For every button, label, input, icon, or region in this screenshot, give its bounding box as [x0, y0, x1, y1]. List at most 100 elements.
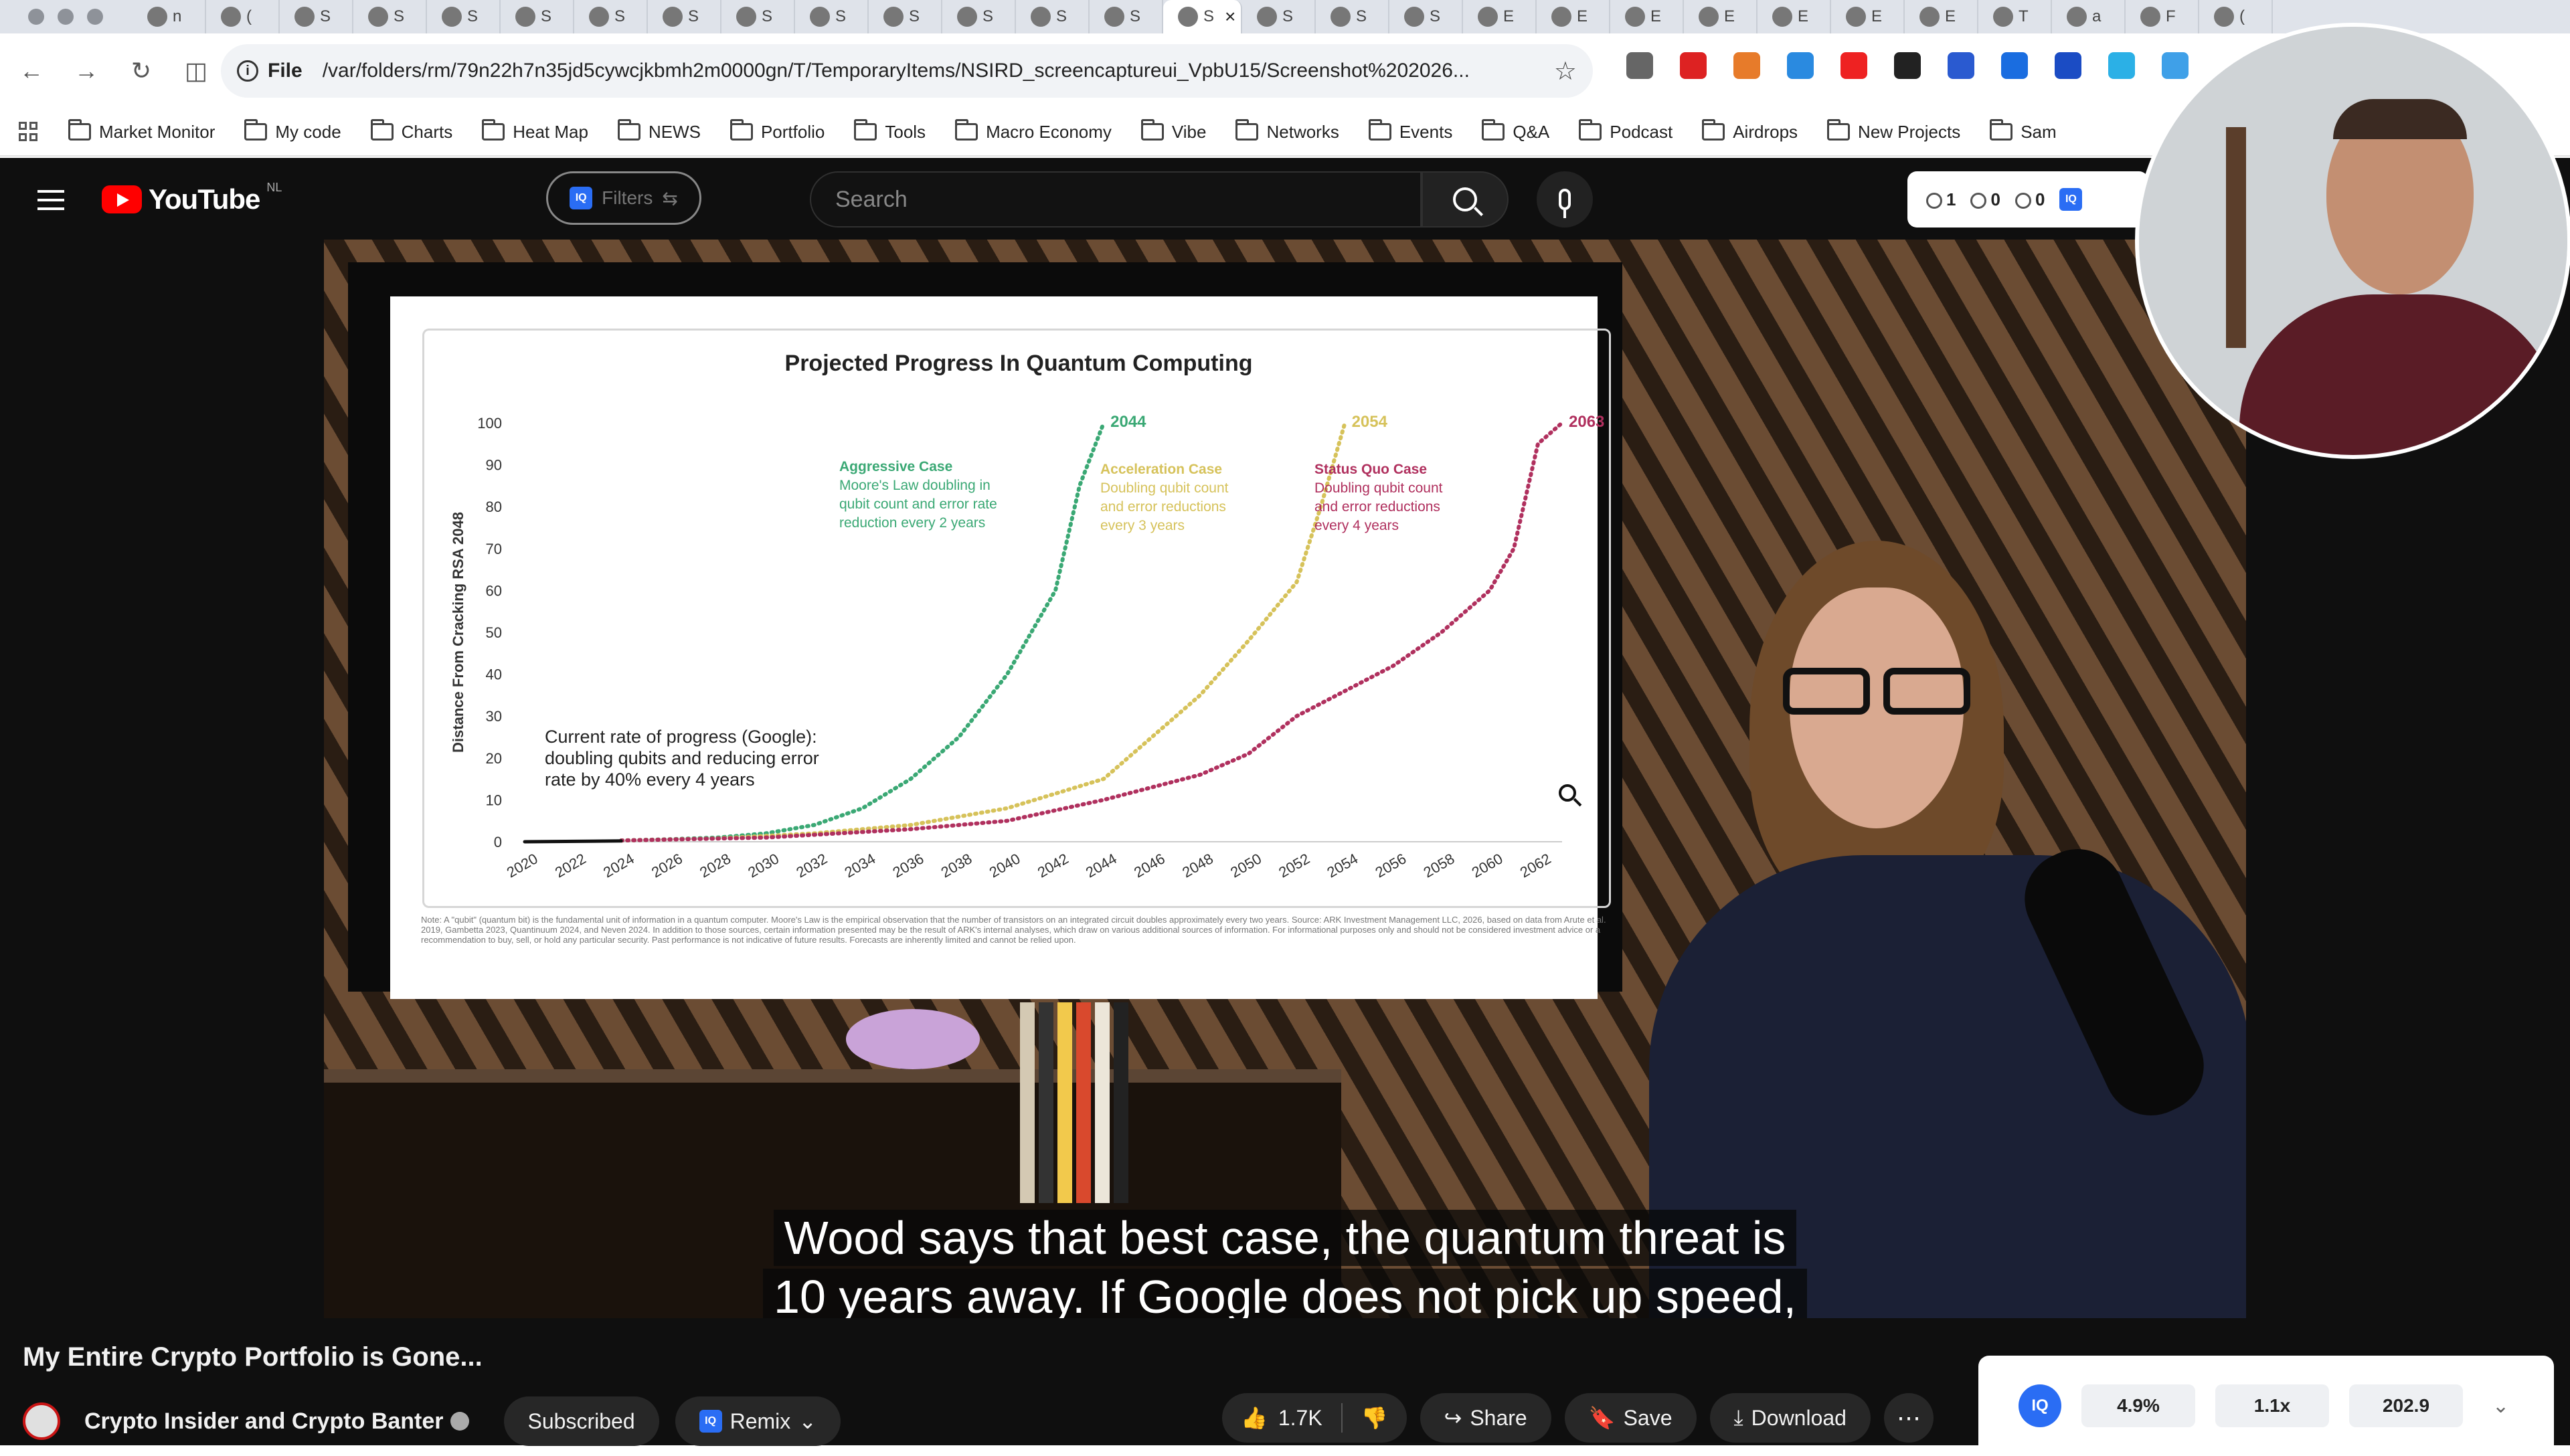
bookmark-folder[interactable]: Macro Economy — [955, 119, 1112, 143]
remix-label: Remix — [730, 1408, 791, 1433]
reload-button[interactable]: ↻ — [118, 48, 165, 94]
browser-tab[interactable]: S — [942, 0, 1016, 33]
browser-tab[interactable]: E — [1463, 0, 1537, 33]
iq-panel-icon[interactable]: IQ — [2019, 1384, 2061, 1427]
quantum-progress-chart: Projected Progress In Quantum Computing D… — [450, 351, 1604, 881]
pen-extension-icon[interactable] — [1626, 52, 1653, 79]
bookmark-folder[interactable]: Market Monitor — [68, 119, 215, 143]
browser-tab[interactable]: E — [1684, 0, 1758, 33]
browser-tab[interactable]: E — [1758, 0, 1831, 33]
extension-stats-pill[interactable]: 1 0 0 IQ — [1907, 171, 2148, 227]
video-player[interactable]: Projected Progress In Quantum Computing D… — [324, 240, 2246, 1318]
bookmark-folder[interactable]: Q&A — [1482, 119, 1549, 143]
browser-tab[interactable]: S — [869, 0, 942, 33]
maximize-window-button[interactable] — [87, 9, 103, 25]
c-extension-icon[interactable] — [2108, 52, 2135, 79]
bookmark-folder[interactable]: Sam — [1990, 119, 2057, 143]
x-tick-label: 2022 — [552, 850, 589, 881]
layers-extension-icon[interactable] — [1948, 52, 1974, 79]
series-legend-description: Doubling qubit count — [1100, 480, 1229, 496]
minimize-window-button[interactable] — [58, 9, 74, 25]
series-legend-name: Aggressive Case — [839, 459, 952, 474]
bookmark-folder[interactable]: Tools — [854, 119, 926, 143]
browser-tab[interactable]: S — [1389, 0, 1463, 33]
browser-tab[interactable]: S × — [1163, 0, 1242, 33]
folder-icon — [1990, 119, 2013, 141]
search-input[interactable]: Search — [810, 171, 1422, 227]
browser-tab[interactable]: S — [353, 0, 427, 33]
bookmark-folder[interactable]: Podcast — [1579, 119, 1673, 143]
bookmark-folder[interactable]: Heat Map — [482, 119, 588, 143]
bookmark-folder[interactable]: Events — [1368, 119, 1452, 143]
chevron-down-icon[interactable]: ⌄ — [798, 1408, 817, 1434]
y-tick-label: 90 — [486, 457, 502, 474]
browser-tab[interactable]: T — [1978, 0, 2052, 33]
browser-tab[interactable]: S — [1016, 0, 1090, 33]
window-controls — [28, 9, 103, 25]
youtube-logo[interactable]: YouTube NL — [102, 181, 282, 215]
bookmark-folder[interactable]: New Projects — [1827, 119, 1960, 143]
browser-tab[interactable]: a — [2052, 0, 2126, 33]
dislike-button[interactable]: 👎 — [1343, 1393, 1407, 1443]
browser-tab[interactable]: E — [1610, 0, 1684, 33]
sliders-icon: ⇆ — [662, 187, 678, 209]
bookmark-folder[interactable]: Charts — [370, 119, 452, 143]
tab-favicon-icon — [1331, 7, 1351, 27]
bookmark-folder[interactable]: NEWS — [617, 119, 701, 143]
browser-tab[interactable]: S — [1242, 0, 1316, 33]
like-button[interactable]: 👍 1.7K — [1222, 1393, 1341, 1443]
menu-icon[interactable] — [37, 190, 64, 210]
blue-extension-icon[interactable] — [1787, 52, 1814, 79]
bookmark-folder[interactable]: Networks — [1235, 119, 1339, 143]
forward-button[interactable]: → — [63, 48, 110, 94]
bookmark-star-icon[interactable]: ☆ — [1554, 56, 1577, 86]
channel-name[interactable]: Crypto Insider and Crypto Banter — [84, 1408, 444, 1435]
bookmark-folder[interactable]: Portfolio — [730, 119, 825, 143]
browser-tab[interactable]: n — [133, 0, 206, 33]
browser-tab[interactable]: E — [1905, 0, 1978, 33]
browser-tab[interactable]: S — [501, 0, 574, 33]
address-url[interactable]: /var/folders/rm/79n22h7n35jd5cywcjkbmh2m… — [323, 60, 1514, 82]
browser-tab[interactable]: S — [427, 0, 501, 33]
download-button[interactable]: ⤓ Download — [1709, 1393, 1871, 1443]
address-bar[interactable]: i File /var/folders/rm/79n22h7n35jd5cywc… — [221, 44, 1593, 98]
site-info-icon[interactable]: i — [237, 60, 258, 82]
browser-tab[interactable]: E — [1831, 0, 1905, 33]
address-scheme: File — [268, 60, 303, 82]
browser-tab[interactable]: ( — [206, 0, 280, 33]
subscribed-button[interactable]: Subscribed — [503, 1396, 659, 1446]
browser-tab[interactable]: S — [1090, 0, 1163, 33]
filters-button[interactable]: IQ Filters ⇆ — [546, 171, 701, 225]
u-extension-icon[interactable] — [2055, 52, 2081, 79]
opera-extension-icon[interactable] — [1840, 52, 1867, 79]
close-tab-icon[interactable]: × — [1225, 6, 1235, 27]
browser-tab[interactable]: S — [648, 0, 721, 33]
bookmark-folder[interactable]: My code — [244, 119, 341, 143]
x-tick-label: 2058 — [1421, 850, 1458, 881]
browser-tab[interactable]: S — [721, 0, 795, 33]
browser-tab[interactable]: S — [574, 0, 648, 33]
back-button[interactable]: ← — [8, 48, 55, 94]
metamask-fox-icon[interactable] — [1733, 52, 1760, 79]
browser-tab[interactable]: S — [795, 0, 869, 33]
voice-search-button[interactable] — [1537, 171, 1593, 227]
more-actions-button[interactable]: ⋯ — [1883, 1393, 1934, 1443]
browser-tab[interactable]: S — [1316, 0, 1389, 33]
panel-chevron-down-icon[interactable]: ⌄ — [2492, 1394, 2509, 1418]
remix-button[interactable]: IQ Remix ⌄ — [675, 1396, 841, 1446]
red-pen-extension-icon[interactable] — [1680, 52, 1707, 79]
channel-avatar[interactable] — [23, 1402, 60, 1440]
bookmark-label: NEWS — [648, 121, 701, 142]
share-button[interactable]: ↪ Share — [1420, 1393, 1551, 1443]
s-extension-icon[interactable] — [1894, 52, 1921, 79]
shield-extension-icon[interactable] — [2001, 52, 2028, 79]
browser-tab[interactable]: E — [1537, 0, 1610, 33]
search-button[interactable] — [1422, 171, 1509, 227]
sidebar-toggle-button[interactable]: ◫ — [173, 48, 220, 94]
bookmark-folder[interactable]: Airdrops — [1702, 119, 1798, 143]
apps-grid-icon[interactable] — [19, 122, 39, 142]
save-button[interactable]: 🔖 Save — [1564, 1393, 1697, 1443]
close-window-button[interactable] — [28, 9, 44, 25]
browser-tab[interactable]: S — [280, 0, 353, 33]
bookmark-folder[interactable]: Vibe — [1140, 119, 1206, 143]
